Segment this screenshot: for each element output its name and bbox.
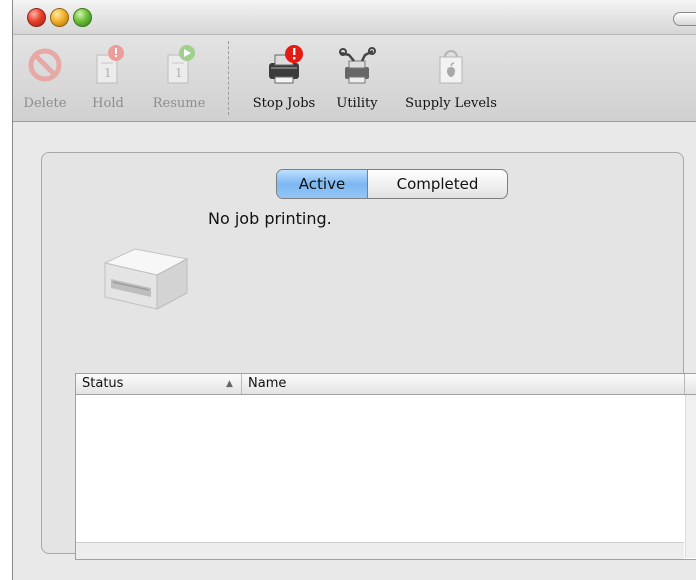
- delete-label: Delete: [23, 96, 67, 111]
- printer-queue-window: Delete 1 Hold 1 Resume Stop Jobs Utility…: [12, 0, 696, 580]
- jobs-table: Status ▲ Name: [75, 373, 696, 560]
- utility-button[interactable]: Utility: [329, 43, 385, 111]
- printer-icon: [103, 248, 189, 310]
- stop-jobs-label: Stop Jobs: [252, 96, 316, 111]
- column-divider[interactable]: [684, 374, 685, 394]
- minimize-button[interactable]: [50, 8, 69, 27]
- supply-levels-button[interactable]: Supply Levels: [393, 43, 509, 111]
- stop-jobs-button[interactable]: Stop Jobs: [243, 43, 325, 111]
- hold-button[interactable]: 1 Hold: [83, 43, 133, 111]
- supply-levels-label: Supply Levels: [405, 96, 497, 111]
- utility-icon: [339, 47, 376, 84]
- tab-active[interactable]: Active: [277, 170, 368, 198]
- column-divider[interactable]: [241, 374, 242, 394]
- toolbar: Delete 1 Hold 1 Resume Stop Jobs Utility…: [13, 35, 696, 122]
- delete-button[interactable]: Delete: [13, 43, 77, 111]
- supply-levels-icon: [439, 50, 463, 84]
- toolbar-separator: [228, 41, 229, 115]
- column-header-name[interactable]: Name: [248, 374, 286, 394]
- table-header: Status ▲ Name: [76, 374, 696, 395]
- zoom-button[interactable]: [73, 8, 92, 27]
- job-filter-tabs: Active Completed: [276, 169, 508, 199]
- tab-completed[interactable]: Completed: [368, 170, 507, 198]
- vertical-scrollbar[interactable]: [685, 395, 696, 558]
- stop-jobs-icon: [269, 45, 303, 84]
- hold-icon: 1: [96, 45, 124, 84]
- utility-label: Utility: [336, 96, 378, 111]
- column-header-status[interactable]: Status: [82, 374, 123, 394]
- queue-content: Active Completed No job printing. Status…: [13, 122, 696, 580]
- svg-text:1: 1: [175, 66, 183, 80]
- close-button[interactable]: [27, 8, 46, 27]
- toolbar-toggle-button[interactable]: [673, 12, 696, 26]
- job-panel: Active Completed No job printing. Status…: [41, 152, 696, 560]
- sort-ascending-icon: ▲: [226, 379, 233, 389]
- resume-button[interactable]: 1 Resume: [141, 43, 217, 111]
- title-bar[interactable]: [13, 0, 696, 35]
- delete-icon: [28, 48, 62, 82]
- resume-icon: 1: [167, 45, 195, 84]
- resume-label: Resume: [152, 96, 206, 111]
- hold-label: Hold: [92, 96, 124, 111]
- svg-text:1: 1: [104, 66, 112, 80]
- printing-status-text: No job printing.: [208, 209, 332, 228]
- horizontal-scrollbar[interactable]: [76, 542, 684, 559]
